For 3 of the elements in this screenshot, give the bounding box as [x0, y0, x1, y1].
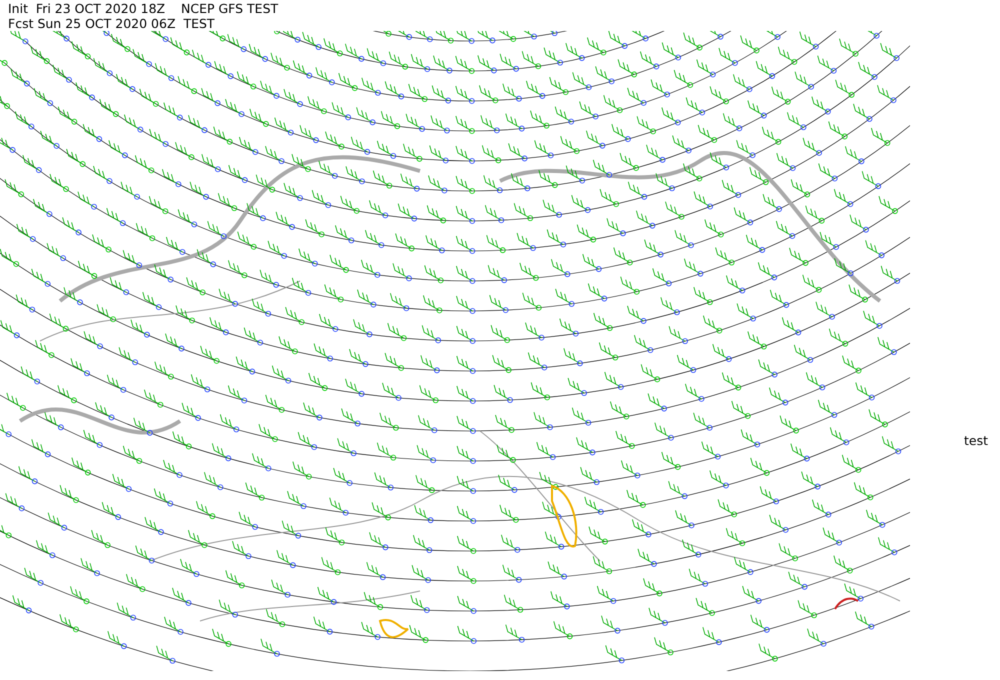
header-line: Fcst Sun 25 OCT 2020 06Z TEST	[8, 16, 216, 31]
side-label: test	[964, 432, 988, 448]
header-line: Init Fri 23 OCT 2020 18Z NCEP GFS TEST	[8, 1, 280, 16]
